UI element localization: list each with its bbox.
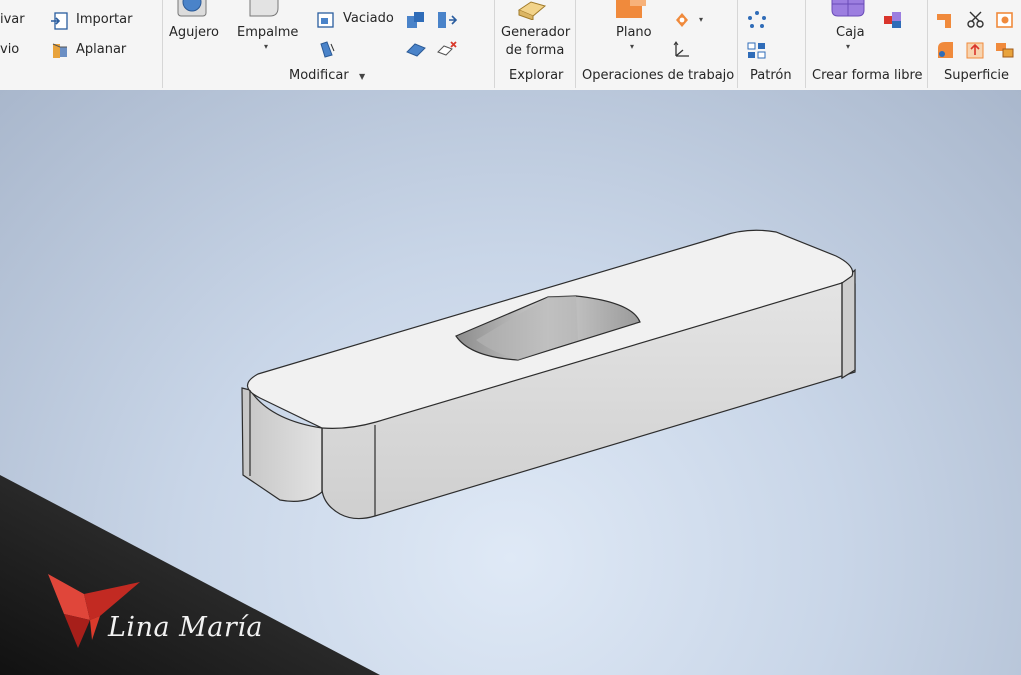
extend-surface-icon[interactable]: [965, 40, 987, 60]
import-label: Importar: [76, 12, 133, 27]
shape-generator-label: Generador de forma: [501, 25, 571, 58]
thicken-icon[interactable]: [405, 40, 427, 60]
shape-generator-icon: [517, 1, 547, 20]
flatten-icon: [52, 43, 67, 58]
modify-dropdown-icon[interactable]: ▼: [359, 72, 365, 81]
import-icon: [51, 12, 68, 30]
import-button[interactable]: Importar: [50, 10, 150, 32]
flatten-button[interactable]: Aplanar: [50, 40, 150, 62]
work-features-group-label: Operaciones de trabajo: [582, 68, 735, 83]
box-label: Caja: [836, 25, 865, 40]
derive-button-label[interactable]: ivar: [0, 12, 25, 27]
fillet-label: Empalme: [237, 25, 299, 40]
pattern-group-label: Patrón: [750, 68, 792, 83]
mirror-icon[interactable]: [746, 40, 768, 60]
split-icon[interactable]: [436, 10, 458, 30]
shell-label: Vaciado: [343, 11, 394, 26]
hole-button[interactable]: Agujero: [168, 0, 224, 60]
freeform-group-label: Crear forma libre: [812, 68, 923, 83]
box-button[interactable]: Caja ▾: [828, 0, 878, 60]
combine-icon[interactable]: [405, 10, 427, 30]
fillet-button[interactable]: Empalme ▾: [234, 0, 302, 60]
ucs-icon[interactable]: [671, 40, 693, 60]
hole-icon: [177, 0, 207, 17]
graphics-window[interactable]: Lina María: [0, 90, 1021, 675]
separator: [575, 0, 576, 88]
circular-pattern-icon[interactable]: [746, 10, 768, 30]
separator: [494, 0, 495, 88]
stitch-icon[interactable]: [935, 10, 957, 30]
plane-icon: [616, 0, 646, 18]
separator: [737, 0, 738, 88]
replace-button-label[interactable]: vio: [0, 42, 19, 57]
plane-button[interactable]: Plano ▾: [606, 0, 662, 60]
separator: [805, 0, 806, 88]
flatten-label: Aplanar: [76, 42, 127, 57]
fillet-icon: [249, 0, 279, 17]
trim-icon[interactable]: [965, 10, 987, 30]
replace-face-icon[interactable]: [994, 40, 1016, 60]
point-icon[interactable]: [671, 10, 693, 30]
freeform-box-icon: [831, 0, 865, 17]
surface-group-label: Superficie: [944, 68, 1010, 83]
sculpt-icon[interactable]: [935, 40, 957, 60]
explore-group-label: Explorar: [509, 68, 564, 83]
shell-button[interactable]: Vaciado: [316, 9, 396, 31]
hole-label: Agujero: [169, 25, 220, 40]
watermark-text: Lina María: [108, 612, 264, 643]
ribbon: ivar vio Importar Aplanar Agujero Empalm…: [0, 0, 1021, 91]
point-dropdown-icon[interactable]: ▾: [699, 15, 703, 24]
patch-icon[interactable]: [994, 10, 1016, 30]
separator: [927, 0, 928, 88]
box-dropdown-icon[interactable]: ▾: [846, 42, 850, 51]
separator: [162, 0, 163, 88]
right-end-face: [841, 268, 856, 380]
draft-icon[interactable]: [317, 40, 337, 60]
convert-freeform-icon[interactable]: [882, 10, 904, 30]
modify-group-label[interactable]: Modificar: [289, 68, 349, 83]
plane-dropdown-icon[interactable]: ▾: [630, 42, 634, 51]
plane-label: Plano: [616, 25, 652, 40]
fillet-dropdown-icon[interactable]: ▾: [264, 42, 268, 51]
shape-generator-button[interactable]: Generador de forma: [497, 0, 573, 62]
shell-icon: [317, 12, 334, 28]
delete-face-icon[interactable]: [436, 40, 458, 60]
